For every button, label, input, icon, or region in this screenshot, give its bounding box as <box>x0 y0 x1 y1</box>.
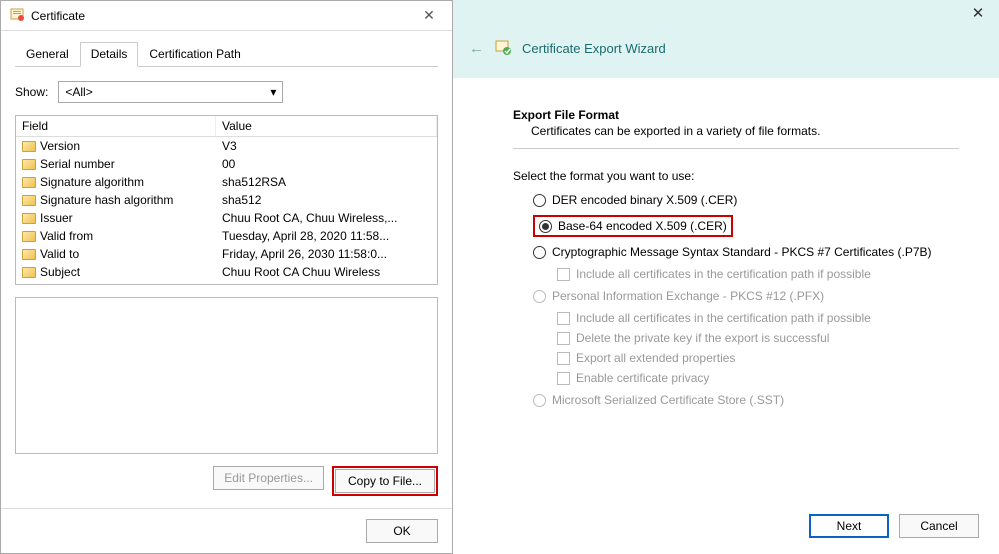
certificate-icon <box>9 6 25 25</box>
certificate-title: Certificate <box>31 9 414 23</box>
table-row[interactable]: Signature hash algorithmsha512 <box>16 191 437 209</box>
field-icon <box>22 267 36 278</box>
checkbox-icon <box>557 372 570 385</box>
checkbox-label: Include all certificates in the certific… <box>576 267 871 281</box>
radio-icon[interactable] <box>539 220 552 233</box>
checkbox-pfx-privacy: Enable certificate privacy <box>557 371 959 385</box>
checkbox-icon <box>557 332 570 345</box>
checkbox-label: Include all certificates in the certific… <box>576 311 871 325</box>
radio-pkcs7[interactable]: Cryptographic Message Syntax Standard - … <box>533 245 959 259</box>
table-row[interactable]: Valid fromTuesday, April 28, 2020 11:58.… <box>16 227 437 245</box>
radio-label: DER encoded binary X.509 (.CER) <box>552 193 737 207</box>
copy-to-file-button[interactable]: Copy to File... <box>335 469 435 493</box>
col-value-header[interactable]: Value <box>216 116 437 136</box>
radio-label: Cryptographic Message Syntax Standard - … <box>552 245 932 259</box>
wizard-header: ✕ ← Certificate Export Wizard <box>453 0 999 78</box>
copy-to-file-highlight: Copy to File... <box>332 466 438 496</box>
radio-icon <box>533 290 546 303</box>
table-row[interactable]: SubjectChuu Root CA Chuu Wireless <box>16 263 437 281</box>
table-row[interactable]: IssuerChuu Root CA, Chuu Wireless,... <box>16 209 437 227</box>
cancel-button[interactable]: Cancel <box>899 514 979 538</box>
radio-base64-highlight: Base-64 encoded X.509 (.CER) <box>533 215 733 237</box>
radio-icon[interactable] <box>533 194 546 207</box>
checkbox-pfx-delete: Delete the private key if the export is … <box>557 331 959 345</box>
certificate-body: General Details Certification Path Show:… <box>1 31 452 508</box>
wizard-footer: Next Cancel <box>453 504 999 554</box>
tab-general[interactable]: General <box>15 42 80 67</box>
section-title: Export File Format <box>513 108 959 122</box>
field-icon <box>22 231 36 242</box>
export-wizard-panel: ✕ ← Certificate Export Wizard Export Fil… <box>453 0 999 554</box>
chevron-down-icon: ▾ <box>270 85 276 99</box>
tab-details[interactable]: Details <box>80 42 139 67</box>
field-icon <box>22 159 36 170</box>
radio-label: Microsoft Serialized Certificate Store (… <box>552 393 784 407</box>
checkbox-label: Export all extended properties <box>576 351 735 365</box>
edit-properties-button: Edit Properties... <box>213 466 324 490</box>
checkbox-icon <box>557 352 570 365</box>
section-subtitle: Certificates can be exported in a variet… <box>513 124 959 138</box>
divider <box>513 148 959 149</box>
field-icon <box>22 249 36 260</box>
format-select-label: Select the format you want to use: <box>513 169 959 183</box>
wizard-title: Certificate Export Wizard <box>522 41 666 56</box>
button-row: Edit Properties... Copy to File... <box>15 466 438 496</box>
table-row[interactable]: Signature algorithmsha512RSA <box>16 173 437 191</box>
tab-cert-path[interactable]: Certification Path <box>138 42 251 67</box>
field-table: Field Value VersionV3 Serial number00 Si… <box>15 115 438 285</box>
ok-button[interactable]: OK <box>366 519 438 543</box>
checkbox-icon <box>557 268 570 281</box>
checkbox-label: Enable certificate privacy <box>576 371 709 385</box>
dialog-footer: OK <box>1 508 452 553</box>
radio-der[interactable]: DER encoded binary X.509 (.CER) <box>533 193 959 207</box>
table-row[interactable]: VersionV3 <box>16 137 437 155</box>
show-row: Show: <All> ▾ <box>15 81 438 103</box>
radio-icon <box>533 394 546 407</box>
radio-label[interactable]: Base-64 encoded X.509 (.CER) <box>558 219 727 233</box>
checkbox-pkcs7-include: Include all certificates in the certific… <box>557 267 959 281</box>
show-value: <All> <box>65 85 92 99</box>
field-icon <box>22 195 36 206</box>
checkbox-icon <box>557 312 570 325</box>
col-field-header[interactable]: Field <box>16 116 216 136</box>
field-icon <box>22 177 36 188</box>
field-icon <box>22 141 36 152</box>
detail-textarea[interactable] <box>15 297 438 454</box>
radio-icon[interactable] <box>533 246 546 259</box>
table-body[interactable]: VersionV3 Serial number00 Signature algo… <box>16 137 437 284</box>
wizard-body: Export File Format Certificates can be e… <box>453 78 999 504</box>
certificate-titlebar: Certificate ✕ <box>1 1 452 31</box>
tab-bar: General Details Certification Path <box>15 41 438 67</box>
radio-pfx: Personal Information Exchange - PKCS #12… <box>533 289 959 303</box>
checkbox-pfx-extended: Export all extended properties <box>557 351 959 365</box>
radio-label: Personal Information Exchange - PKCS #12… <box>552 289 824 303</box>
table-row[interactable]: Serial number00 <box>16 155 437 173</box>
back-arrow-icon[interactable]: ← <box>469 40 484 57</box>
format-radio-group: DER encoded binary X.509 (.CER) Base-64 … <box>513 193 959 407</box>
checkbox-pfx-include: Include all certificates in the certific… <box>557 311 959 325</box>
wizard-icon <box>494 38 512 59</box>
certificate-dialog: Certificate ✕ General Details Certificat… <box>0 0 453 554</box>
close-icon[interactable]: ✕ <box>414 7 444 24</box>
radio-sst: Microsoft Serialized Certificate Store (… <box>533 393 959 407</box>
show-select[interactable]: <All> ▾ <box>58 81 283 103</box>
checkbox-label: Delete the private key if the export is … <box>576 331 829 345</box>
show-label: Show: <box>15 85 48 99</box>
next-button[interactable]: Next <box>809 514 889 538</box>
close-icon[interactable]: ✕ <box>963 4 993 22</box>
table-header: Field Value <box>16 116 437 137</box>
table-row[interactable]: Valid toFriday, April 26, 2030 11:58:0..… <box>16 245 437 263</box>
field-icon <box>22 213 36 224</box>
